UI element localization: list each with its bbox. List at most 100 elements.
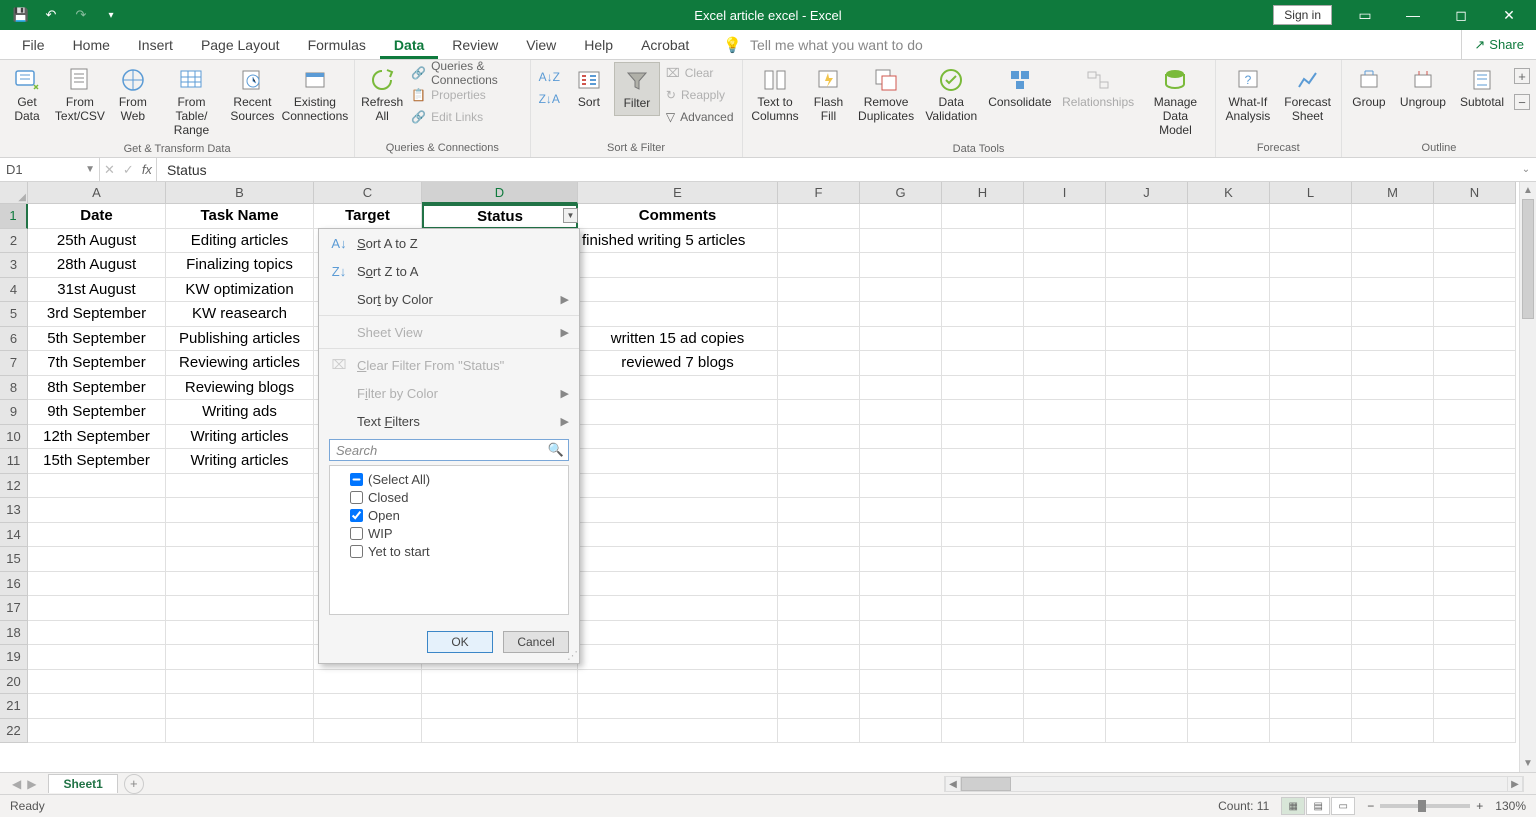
queries-connections-button[interactable]: 🔗Queries & Connections: [407, 62, 525, 84]
flash-fill-button[interactable]: Flash Fill: [805, 62, 851, 128]
resize-grip-icon[interactable]: ⋰: [567, 649, 578, 662]
cell[interactable]: [578, 547, 778, 572]
cell[interactable]: [1434, 670, 1516, 695]
cell[interactable]: [1106, 621, 1188, 646]
cell[interactable]: [1434, 645, 1516, 670]
cell[interactable]: [166, 572, 314, 597]
cell[interactable]: [860, 302, 942, 327]
cell[interactable]: [1106, 694, 1188, 719]
cell[interactable]: [942, 351, 1024, 376]
row-header[interactable]: 5: [0, 302, 28, 327]
cell[interactable]: [1352, 400, 1434, 425]
cell[interactable]: [942, 327, 1024, 352]
cell[interactable]: [1434, 327, 1516, 352]
row-header[interactable]: 4: [0, 278, 28, 303]
cell[interactable]: [1106, 302, 1188, 327]
cell[interactable]: finished writing 5 articles: [578, 229, 778, 254]
cell[interactable]: [1106, 449, 1188, 474]
from-table-button[interactable]: From Table/ Range: [158, 62, 225, 141]
row-header[interactable]: 12: [0, 474, 28, 499]
cell[interactable]: [1024, 425, 1106, 450]
cell[interactable]: [860, 229, 942, 254]
cell[interactable]: [1434, 376, 1516, 401]
cell[interactable]: [1024, 449, 1106, 474]
cell[interactable]: [1106, 204, 1188, 229]
cell[interactable]: [942, 547, 1024, 572]
cell[interactable]: [1352, 351, 1434, 376]
cell[interactable]: [860, 400, 942, 425]
cell[interactable]: [860, 376, 942, 401]
cell[interactable]: [1270, 229, 1352, 254]
cell[interactable]: [942, 425, 1024, 450]
cell[interactable]: [860, 425, 942, 450]
signin-button[interactable]: Sign in: [1273, 5, 1332, 25]
cell[interactable]: [942, 400, 1024, 425]
cell[interactable]: [1434, 449, 1516, 474]
ungroup-button[interactable]: Ungroup: [1394, 62, 1452, 114]
cell[interactable]: [166, 596, 314, 621]
cell[interactable]: [1024, 302, 1106, 327]
cell[interactable]: [1024, 204, 1106, 229]
cell[interactable]: [1434, 302, 1516, 327]
zoom-slider[interactable]: − +: [1367, 799, 1483, 813]
cell[interactable]: 7th September: [28, 351, 166, 376]
tab-help[interactable]: Help: [570, 30, 627, 59]
cell[interactable]: Editing articles: [166, 229, 314, 254]
cell[interactable]: [1434, 278, 1516, 303]
undo-icon[interactable]: ↶: [38, 3, 64, 27]
column-header[interactable]: K: [1188, 182, 1270, 204]
ribbon-display-icon[interactable]: ▭: [1342, 0, 1388, 30]
cell[interactable]: [942, 645, 1024, 670]
checkbox[interactable]: [350, 509, 363, 522]
cell[interactable]: [1024, 253, 1106, 278]
filter-search-input[interactable]: Search🔍: [329, 439, 569, 461]
cancel-button[interactable]: Cancel: [503, 631, 569, 653]
cell[interactable]: [860, 474, 942, 499]
cell[interactable]: [28, 596, 166, 621]
forecast-sheet-button[interactable]: Forecast Sheet: [1278, 62, 1337, 128]
cell[interactable]: [860, 498, 942, 523]
column-header[interactable]: H: [942, 182, 1024, 204]
cell[interactable]: [942, 694, 1024, 719]
cell[interactable]: [422, 719, 578, 744]
fx-icon[interactable]: fx: [142, 162, 152, 177]
cell[interactable]: [1352, 719, 1434, 744]
cell[interactable]: [1106, 400, 1188, 425]
cell[interactable]: [578, 425, 778, 450]
cell[interactable]: [578, 498, 778, 523]
cell[interactable]: [1188, 204, 1270, 229]
group-button[interactable]: Group: [1346, 62, 1392, 114]
cell[interactable]: [778, 351, 860, 376]
cell[interactable]: [166, 670, 314, 695]
cell[interactable]: [166, 621, 314, 646]
cell[interactable]: [1434, 474, 1516, 499]
cell[interactable]: [942, 596, 1024, 621]
cell[interactable]: [1188, 498, 1270, 523]
column-header[interactable]: G: [860, 182, 942, 204]
column-header[interactable]: E: [578, 182, 778, 204]
cell[interactable]: [1188, 302, 1270, 327]
cell[interactable]: [860, 621, 942, 646]
tab-view[interactable]: View: [512, 30, 570, 59]
tab-file[interactable]: File: [8, 30, 59, 59]
cell[interactable]: [860, 596, 942, 621]
tell-me-search[interactable]: 💡 Tell me what you want to do: [703, 30, 922, 59]
view-buttons[interactable]: ▦ ▤ ▭: [1281, 797, 1355, 815]
column-header[interactable]: B: [166, 182, 314, 204]
cell[interactable]: [1024, 498, 1106, 523]
cell[interactable]: [1106, 425, 1188, 450]
cell[interactable]: [1434, 547, 1516, 572]
text-to-columns-button[interactable]: Text to Columns: [747, 62, 804, 128]
cell[interactable]: [1188, 376, 1270, 401]
cell[interactable]: [578, 400, 778, 425]
cell[interactable]: [1270, 621, 1352, 646]
cell[interactable]: [942, 204, 1024, 229]
cell[interactable]: [942, 229, 1024, 254]
cell[interactable]: Comments: [578, 204, 778, 229]
cell[interactable]: [860, 204, 942, 229]
cell[interactable]: [1270, 449, 1352, 474]
save-icon[interactable]: 💾: [8, 3, 34, 27]
cell[interactable]: [422, 694, 578, 719]
cell[interactable]: [778, 719, 860, 744]
cell[interactable]: [1188, 253, 1270, 278]
